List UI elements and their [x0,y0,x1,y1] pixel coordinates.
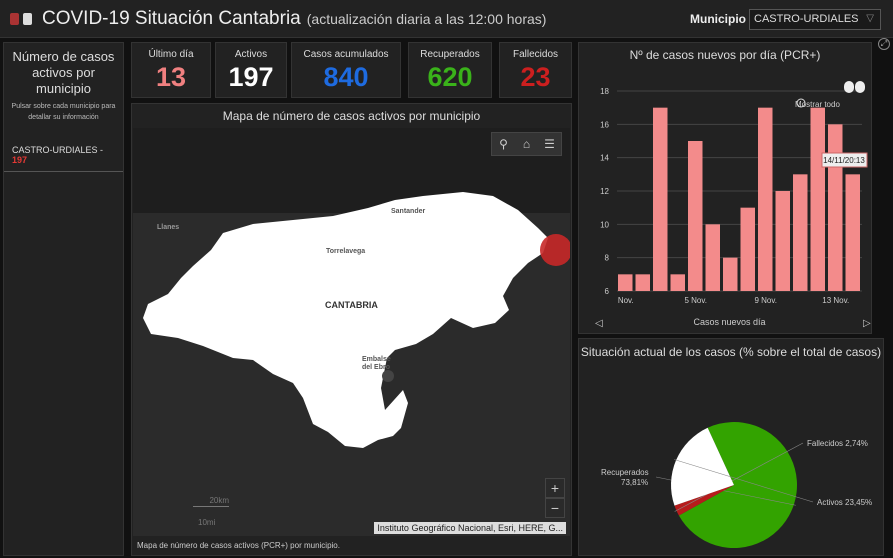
list-item-name: CASTRO-URDIALES - [12,145,104,155]
chevron-down-icon: ▽ [866,13,874,24]
map-panel: Mapa de número de casos activos por muni… [131,103,572,556]
kpi-label: Activos [234,49,268,60]
bar[interactable] [775,191,791,291]
bar[interactable] [670,274,686,291]
map-view[interactable]: Llanes Santander Torrelavega CANTABRIA E… [133,128,570,536]
kpi-label: Recuperados [420,49,480,60]
range-handle-icon[interactable] [855,81,865,93]
cantabria-map [143,192,570,448]
bar[interactable] [688,141,703,291]
bar[interactable] [618,274,633,291]
kpi-activos: Activos 197 [215,42,287,98]
pie-label: Fallecidos 2,74% [807,439,868,448]
tooltip-label: 14/11/20:13 [823,156,865,165]
kpi-value: 13 [155,62,187,92]
kpi-fallecidos: Fallecidos 23 [499,42,572,98]
kpi-ultimo-dia: Último día 13 [131,42,211,98]
municipio-select[interactable]: CASTRO-URDIALES ▽ [749,9,881,30]
scroll-right-icon[interactable]: ▷ [863,318,871,329]
bar[interactable] [740,207,756,291]
x-tick-label: 13 Nov. [822,296,849,305]
page-title: COVID-19 Situación Cantabria [42,7,301,29]
bar[interactable] [705,224,721,291]
kpi-label: Último día [148,49,194,60]
bar[interactable] [828,124,843,291]
bar[interactable] [793,174,808,291]
municipio-list-panel: Número de casos activos por municipio Pu… [3,42,124,556]
map-label-cantabria: CANTABRIA [325,300,378,310]
x-axis-label: Casos nuevos día [693,317,765,327]
pie-label: Recuperados [601,468,649,477]
kpi-casos-acumulados: Casos acumulados 840 [291,42,401,98]
map-label-torrelavega: Torrelavega [326,248,366,255]
municipio-value: CASTRO-URDIALES [754,13,859,25]
y-tick-label: 10 [600,220,609,229]
scale-km-label: 20km [209,496,229,505]
show-all-label[interactable]: Mostrar todo [795,100,840,109]
kpi-label: Fallecidos [512,49,559,60]
scale-bar-km: 20km [193,496,229,507]
map-title: Mapa de número de casos activos por muni… [222,109,481,123]
map-caption: Mapa de número de casos activos (PCR+) p… [137,541,340,550]
logos [10,12,32,25]
list-item-value: 197 [12,155,28,165]
kpi-recuperados: Recuperados 620 [408,42,492,98]
bar[interactable] [653,107,668,291]
kpi-label: Casos acumulados [303,49,389,60]
list-item[interactable]: CASTRO-URDIALES - 197 [4,145,123,172]
map-attribution: Instituto Geográfico Nacional, Esri, HER… [374,522,566,534]
bar-chart[interactable]: 6 8 10 12 14 16 18 Nov. 5 Nov. 9 Nov. 13 Nov. Casos… [579,63,871,335]
y-tick-label: 12 [600,187,609,196]
pie-title: Situación actual de los casos (% sobre e… [580,345,882,359]
y-tick-label: 8 [605,254,610,263]
scale-mi-label: 10mi [198,518,216,527]
map-label-embalse: Embalse del Ebro [362,356,391,371]
page-subtitle: (actualización diaria a las 12:00 horas) [306,10,547,27]
kpi-value: 23 [520,62,551,92]
kpi-value: 197 [228,62,274,92]
cantabria-logo [10,12,19,25]
pie-label: Activos 23,45% [817,498,872,507]
zoom-in-button[interactable]: + [545,478,565,498]
home-icon[interactable]: ⌂ [515,133,538,155]
map-label-llanes: Llanes [157,224,180,231]
pie-label: 73,81% [621,478,648,487]
x-tick-label: 5 Nov. [684,296,707,305]
pie-chart[interactable]: Recuperados73,81% Fallecidos 2,74% Activos… [579,361,883,555]
search-icon[interactable]: ⚲ [492,133,515,155]
bar[interactable] [810,107,826,291]
health-logo [23,12,32,25]
municipio-label: Municipio [690,12,746,26]
bar[interactable] [723,257,738,291]
y-tick-label: 16 [600,120,609,129]
x-tick-label: Nov. [618,296,634,305]
y-tick-label: 6 [605,287,610,296]
kpi-value: 620 [427,62,473,92]
left-panel-title: Número de casos activos por municipio [12,49,115,96]
zoom-out-button[interactable]: − [545,498,565,518]
bar[interactable] [758,107,773,291]
left-panel-note: Pulsar sobre cada municipio para detalla… [11,103,116,121]
y-tick-label: 18 [600,87,609,96]
map-label-santander: Santander [391,208,426,215]
legend-list-icon[interactable]: ☰ [538,133,561,155]
chart-title: Nº de casos nuevos por día (PCR+) [629,48,821,62]
pie-chart-panel: Situación actual de los casos (% sobre e… [578,338,884,556]
x-tick-label: 9 Nov. [754,296,777,305]
kpi-value: 840 [323,62,369,92]
bar[interactable] [635,274,651,291]
range-handle-icon[interactable] [844,81,854,93]
map-toolbar: ⚲ ⌂ ☰ [491,132,562,156]
bar[interactable] [845,174,861,291]
bar-chart-panel: Nº de casos nuevos por día (PCR+) 6 8 10 12… [578,42,872,334]
cantabria-shape[interactable] [143,192,548,448]
y-tick-label: 14 [600,154,609,163]
expand-icon[interactable]: ⤢ [878,38,890,50]
scroll-left-icon[interactable]: ◁ [595,318,603,329]
